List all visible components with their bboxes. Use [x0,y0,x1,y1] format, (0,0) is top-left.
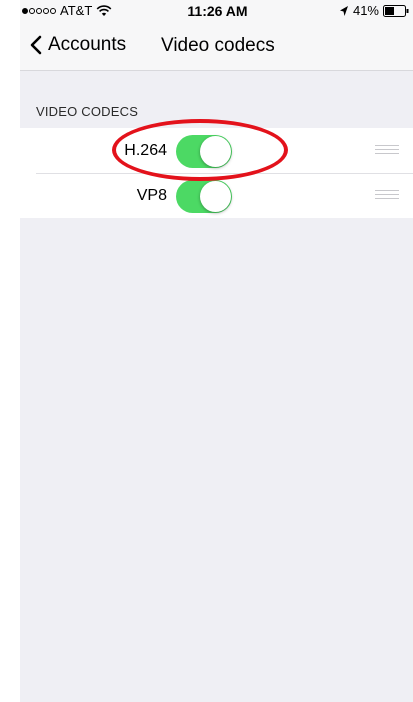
codec-list: H.264 VP8 [20,128,413,218]
reorder-handle-icon[interactable] [375,190,399,200]
app-frame: AT&T 11:26 AM 41% Accounts Video codecs … [20,0,413,702]
navigation-bar: Accounts Video codecs [20,22,413,71]
toggle-knob [200,136,231,167]
chevron-left-icon [30,35,42,55]
status-bar: AT&T 11:26 AM 41% [20,0,413,22]
codec-label: VP8 [136,187,167,204]
codec-row-vp8: VP8 [20,173,413,218]
status-right: 41% [339,3,409,18]
battery-icon [383,4,409,17]
page-title: Video codecs [161,35,275,56]
vp8-toggle[interactable] [176,180,232,213]
back-button[interactable]: Accounts [30,34,126,56]
codec-row-h264: H.264 [20,128,413,173]
codec-label: H.264 [124,142,167,159]
back-button-label: Accounts [48,34,127,55]
toggle-knob [200,181,231,212]
battery-percent: 41% [352,3,379,18]
h264-toggle[interactable] [176,135,232,168]
location-arrow-icon [339,5,348,16]
section-header: VIDEO CODECS [36,104,139,119]
reorder-handle-icon[interactable] [375,145,399,155]
